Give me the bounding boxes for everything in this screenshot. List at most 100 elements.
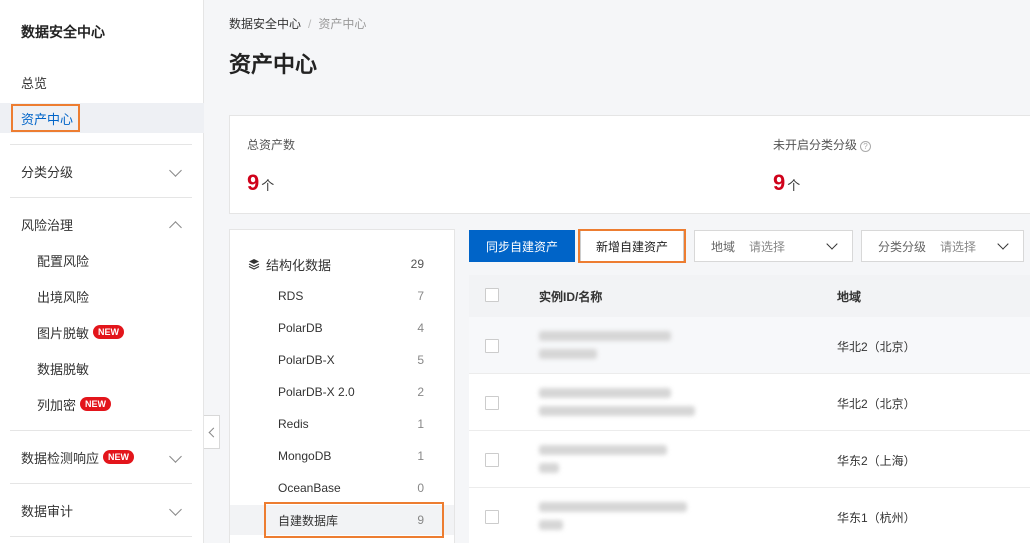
table-row[interactable]: 华东1（杭州） <box>469 488 1030 543</box>
tree-item-label: RDS <box>278 289 304 303</box>
column-header-region[interactable]: 地域 <box>837 288 861 305</box>
sidebar-item-classification[interactable]: 分类分级 <box>0 156 204 186</box>
sidebar-item-label: 风险治理 <box>21 217 74 233</box>
total-assets-number: 9 <box>247 170 260 195</box>
tree-item-polardb-x-2[interactable]: PolarDB-X 2.0 2 <box>230 377 454 407</box>
row-checkbox[interactable] <box>485 396 499 410</box>
redacted-instance-name <box>539 349 597 359</box>
assets-table: 实例ID/名称 地域 华北2（北京） 华北2（北京） 华东2（上海） 华东1（杭… <box>469 275 1030 543</box>
chevron-up-icon <box>169 221 182 234</box>
new-badge: NEW <box>80 397 112 411</box>
tree-item-count: 29 <box>410 257 424 271</box>
sidebar-divider <box>10 144 192 145</box>
row-region: 华北2（北京） <box>837 340 916 354</box>
table-row[interactable]: 华东2（上海） <box>469 431 1030 488</box>
table-row[interactable]: 华北2（北京） <box>469 317 1030 374</box>
tree-root-structured[interactable]: 结构化数据 29 <box>230 249 454 279</box>
highlight-add-button <box>578 229 686 263</box>
row-checkbox[interactable] <box>485 453 499 467</box>
stats-card: 总资产数 9个 未开启分类分级? 9个 <box>229 115 1030 214</box>
unclassified-label: 未开启分类分级 <box>773 138 858 152</box>
sidebar-collapse-button[interactable] <box>204 415 220 449</box>
region-filter-label: 地域 <box>711 239 736 254</box>
sidebar-item-detection-response[interactable]: 数据检测响应 NEW <box>0 442 204 472</box>
sidebar-item-label: 配置风险 <box>37 253 90 269</box>
sidebar-item-overview[interactable]: 总览 <box>0 67 204 97</box>
tree-item-redis[interactable]: Redis 1 <box>230 409 454 439</box>
sidebar-item-label: 分类分级 <box>21 164 74 180</box>
highlight-self-built-db <box>264 502 444 538</box>
tree-item-oceanbase[interactable]: OceanBase 0 <box>230 473 454 503</box>
tree-item-count: 0 <box>417 481 424 495</box>
classification-filter-label: 分类分级 <box>878 239 927 254</box>
breadcrumb-root[interactable]: 数据安全中心 <box>229 17 301 31</box>
redacted-instance-id <box>539 388 671 398</box>
redacted-instance-name <box>539 406 695 416</box>
tree-item-count: 4 <box>417 321 424 335</box>
chevron-down-icon <box>169 164 182 177</box>
row-checkbox[interactable] <box>485 510 499 524</box>
select-all-checkbox[interactable] <box>485 288 499 302</box>
tree-item-label: 结构化数据 <box>266 257 332 273</box>
redacted-instance-id <box>539 445 667 455</box>
asset-type-tree: 结构化数据 29 RDS 7 PolarDB 4 PolarDB-X 5 Pol… <box>229 229 455 543</box>
new-badge: NEW <box>93 325 125 339</box>
tree-item-polardb[interactable]: PolarDB 4 <box>230 313 454 343</box>
redacted-instance-name <box>539 520 563 530</box>
unclassified-value: 9个 <box>773 170 800 196</box>
redacted-instance-name <box>539 463 559 473</box>
tree-item-count: 7 <box>417 289 424 303</box>
chevron-down-icon <box>997 238 1009 250</box>
row-region: 华东2（上海） <box>837 454 916 468</box>
tree-item-count: 1 <box>417 417 424 431</box>
region-filter-select[interactable]: 地域 请选择 <box>694 230 853 262</box>
table-row[interactable]: 华北2（北京） <box>469 374 1030 431</box>
total-assets-label: 总资产数 <box>247 138 296 152</box>
sidebar-item-column-encryption[interactable]: 列加密 NEW <box>0 389 204 419</box>
sidebar-item-label: 数据脱敏 <box>37 361 90 377</box>
classification-filter-placeholder: 请选择 <box>940 239 977 254</box>
layers-icon <box>248 259 260 270</box>
breadcrumb: 数据安全中心 / 资产中心 <box>229 15 366 32</box>
total-assets-value: 9个 <box>247 170 274 196</box>
tree-item-label: MongoDB <box>278 449 332 463</box>
tree-item-mongodb[interactable]: MongoDB 1 <box>230 441 454 471</box>
sidebar-item-image-masking[interactable]: 图片脱敏 NEW <box>0 317 204 347</box>
help-icon[interactable]: ? <box>860 141 872 152</box>
region-filter-placeholder: 请选择 <box>749 239 786 254</box>
sync-self-built-assets-button[interactable]: 同步自建资产 <box>469 230 575 262</box>
sidebar-item-label: 数据检测响应 <box>21 450 100 466</box>
row-region: 华北2（北京） <box>837 397 916 411</box>
sidebar-item-config-risk[interactable]: 配置风险 <box>0 245 204 275</box>
column-header-instance[interactable]: 实例ID/名称 <box>539 288 602 305</box>
tree-item-label: PolarDB <box>278 321 323 335</box>
table-header: 实例ID/名称 地域 <box>469 275 1030 317</box>
chevron-down-icon <box>169 503 182 516</box>
tree-item-rds[interactable]: RDS 7 <box>230 281 454 311</box>
row-checkbox[interactable] <box>485 339 499 353</box>
tree-item-label: Redis <box>278 417 309 431</box>
highlight-asset-center <box>11 104 80 132</box>
sidebar-item-label: 图片脱敏 <box>37 325 90 341</box>
chevron-down-icon <box>169 450 182 463</box>
sidebar-item-data-audit[interactable]: 数据审计 <box>0 495 204 525</box>
sidebar-item-outbound-risk[interactable]: 出境风险 <box>0 281 204 311</box>
unclassified-number: 9 <box>773 170 786 195</box>
sidebar-item-data-masking[interactable]: 数据脱敏 <box>0 353 204 383</box>
new-badge: NEW <box>103 450 135 464</box>
sidebar-divider <box>10 536 192 537</box>
unclassified-label-wrap: 未开启分类分级? <box>773 136 872 153</box>
total-assets-unit: 个 <box>261 178 275 193</box>
tree-item-polardb-x[interactable]: PolarDB-X 5 <box>230 345 454 375</box>
sidebar-divider <box>10 430 192 431</box>
sidebar-divider <box>10 483 192 484</box>
tree-item-count: 1 <box>417 449 424 463</box>
sidebar-item-risk-governance[interactable]: 风险治理 <box>0 209 204 239</box>
unclassified-unit: 个 <box>787 178 801 193</box>
classification-filter-select[interactable]: 分类分级 请选择 <box>861 230 1024 262</box>
page-title: 资产中心 <box>229 52 318 77</box>
chevron-down-icon <box>826 238 838 250</box>
row-region: 华东1（杭州） <box>837 511 916 525</box>
redacted-instance-id <box>539 331 671 341</box>
sidebar-title: 数据安全中心 <box>21 24 105 40</box>
